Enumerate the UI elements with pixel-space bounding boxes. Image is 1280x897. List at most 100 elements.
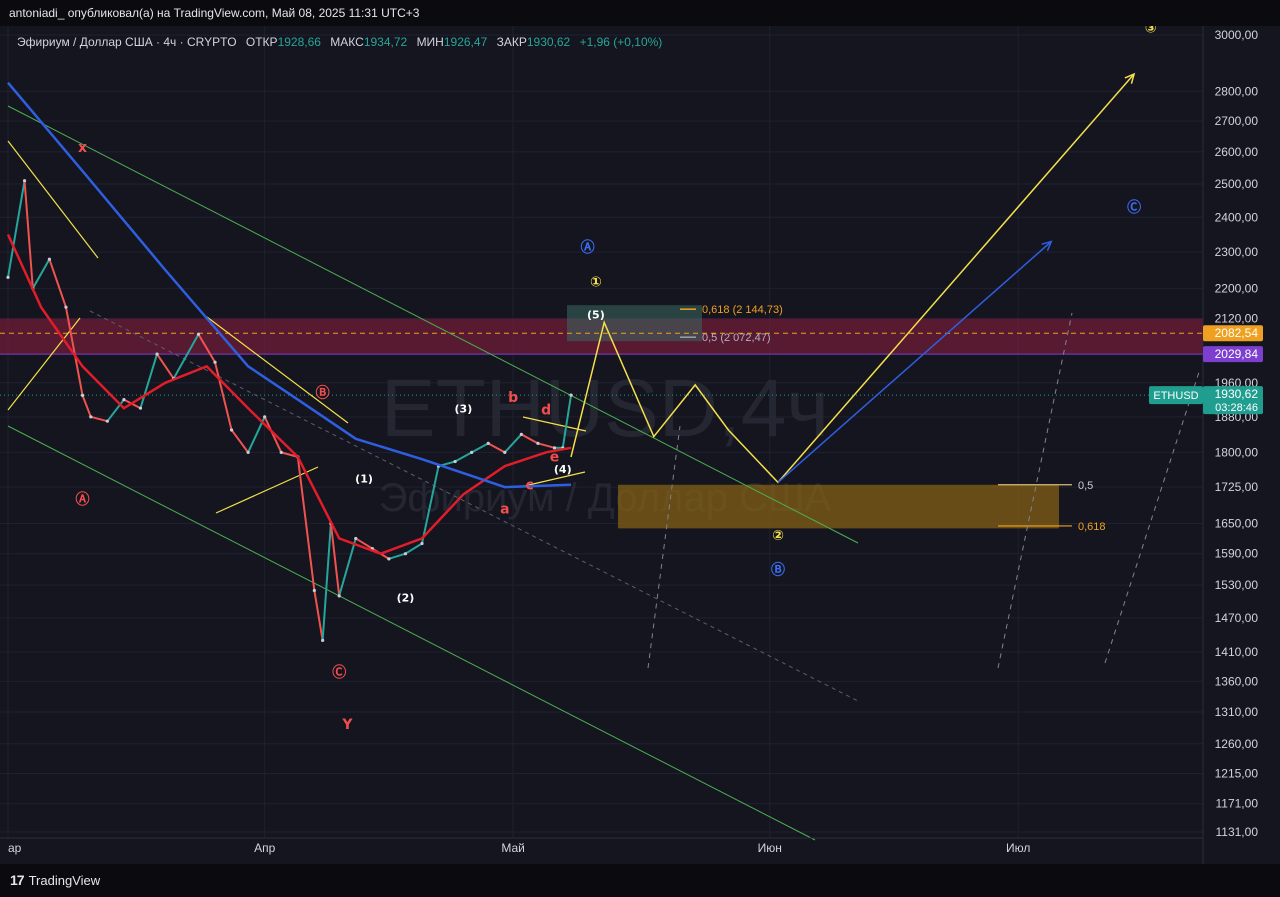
publisher-line: antoniadi_ опубликовал(а) на TradingView… (9, 6, 420, 20)
x-tick-label: ар (8, 841, 22, 855)
y-tick-label: 2400,00 (1215, 210, 1259, 224)
price-point (279, 450, 283, 454)
price-point (22, 179, 27, 183)
wave-label: x (78, 140, 87, 156)
price-point (420, 541, 424, 546)
wave-label: ③ (1145, 26, 1157, 36)
fib-label: 0,618 (1078, 521, 1106, 533)
price-point (354, 536, 358, 541)
y-tick-label: 2700,00 (1215, 114, 1259, 128)
price-tag-text: 2029,84 (1215, 347, 1259, 361)
wave-label: (5) (587, 309, 605, 322)
x-tick-label: Апр (254, 841, 276, 855)
chart-area[interactable]: ETHUSD,4ч Эфириум / Доллар США 0,618 (2 … (0, 20, 1280, 864)
countdown-text: 03:28:46 (1215, 402, 1258, 414)
symbol-tag-text: ETHUSD (1153, 390, 1198, 402)
price-point (229, 428, 234, 432)
y-tick-label: 2600,00 (1215, 145, 1259, 159)
price-point (321, 638, 325, 642)
price-point (312, 588, 316, 593)
legend-low: 1926,47 (443, 35, 488, 49)
tradingview-logo[interactable]: 17 TradingView (10, 872, 100, 888)
y-tick-label: 1800,00 (1215, 445, 1259, 459)
wave-label: Ⓑ (771, 562, 785, 579)
x-tick-label: Июн (758, 841, 782, 855)
y-tick-label: 1725,00 (1215, 480, 1259, 494)
price-point (138, 406, 143, 410)
price-segment (139, 353, 158, 409)
wave-label: (3) (455, 402, 473, 415)
y-tick-label: 1171,00 (1216, 797, 1259, 811)
watermark-ticker: ETHUSD,4ч (381, 363, 829, 454)
wave-label: ② (772, 528, 784, 544)
price-segment (31, 258, 51, 289)
price-point (105, 419, 109, 423)
projection-dashed-line (647, 425, 681, 669)
price-point (403, 552, 408, 556)
wave-label: ① (590, 275, 602, 291)
y-tick-label: 2800,00 (1215, 84, 1259, 98)
price-segment (48, 258, 67, 308)
time-axis: ар Апр Май Июн Июл (0, 837, 1203, 855)
price-point (196, 332, 201, 336)
current-price-text: 1930,62 (1215, 387, 1259, 401)
price-point (89, 415, 93, 419)
channel-lines (7, 105, 1201, 841)
fib-label: 0,5 (2 072,47) (702, 332, 771, 344)
price-segment (321, 523, 332, 641)
y-tick-label: 2500,00 (1215, 177, 1259, 191)
wave-label: (2) (397, 591, 415, 604)
legend-change: +1,96 (+0,10%) (579, 35, 663, 49)
price-point (470, 450, 474, 454)
y-tick-label: 2300,00 (1215, 245, 1259, 259)
price-segment (313, 590, 324, 641)
x-tick-label: Май (501, 841, 525, 855)
wave-label: (1) (355, 472, 373, 485)
legend-open-label: ОТКР (245, 35, 278, 49)
y-tick-label: 1260,00 (1215, 737, 1259, 751)
wave-label: Ⓑ (316, 384, 330, 401)
symbol-legend: Эфириум / Доллар США · 4ч · CRYPTO ОТКР 1… (17, 35, 662, 49)
tradingview-brand: TradingView (28, 872, 101, 888)
y-tick-label: 3000,00 (1215, 28, 1259, 42)
footer: 17 TradingView (0, 864, 1280, 897)
legend-high: 1934,72 (363, 35, 408, 49)
legend-high-label: МАКС (330, 35, 364, 49)
fib-label: 0,618 (2 144,73) (702, 304, 783, 316)
price-segment (156, 353, 175, 380)
price-segment (90, 415, 108, 423)
price-segment (230, 429, 249, 453)
wave-label: d (541, 403, 551, 419)
price-segment (214, 361, 233, 431)
price-segment (404, 542, 423, 555)
wave-label: Ⓐ (76, 491, 90, 508)
price-chart[interactable]: ETHUSD,4ч Эфириум / Доллар США 0,618 (2 … (0, 20, 1280, 864)
y-tick-label: 1410,00 (1215, 645, 1259, 659)
price-segment (263, 416, 283, 453)
price-segment (106, 399, 125, 422)
legend-close-label: ЗАКР (496, 35, 527, 49)
wave-label: Ⓒ (332, 664, 346, 681)
x-tick-label: Июл (1006, 841, 1030, 855)
price-point (6, 275, 10, 279)
price-point (263, 415, 267, 419)
y-tick-label: 1131,00 (1216, 825, 1259, 839)
price-segment (338, 538, 357, 597)
y-tick-label: 1590,00 (1215, 547, 1259, 561)
legend-low-label: МИН (416, 35, 444, 49)
price-point (80, 393, 85, 397)
wave-label: e (550, 449, 560, 465)
price-point (246, 450, 250, 454)
support-zone (618, 484, 1059, 529)
price-point (503, 450, 507, 454)
price-point (569, 393, 573, 397)
wave-label: c (525, 477, 533, 493)
wave-label: a (500, 502, 509, 518)
y-tick-label: 1530,00 (1215, 578, 1259, 592)
tradingview-logo-icon: 17 (10, 872, 25, 888)
price-point (64, 305, 68, 309)
price-tag-text: 2082,54 (1215, 326, 1259, 340)
y-tick-label: 1470,00 (1215, 611, 1259, 625)
legend-symbol: Эфириум / Доллар США · 4ч · CRYPTO (17, 35, 237, 49)
y-tick-label: 2120,00 (1215, 312, 1259, 326)
